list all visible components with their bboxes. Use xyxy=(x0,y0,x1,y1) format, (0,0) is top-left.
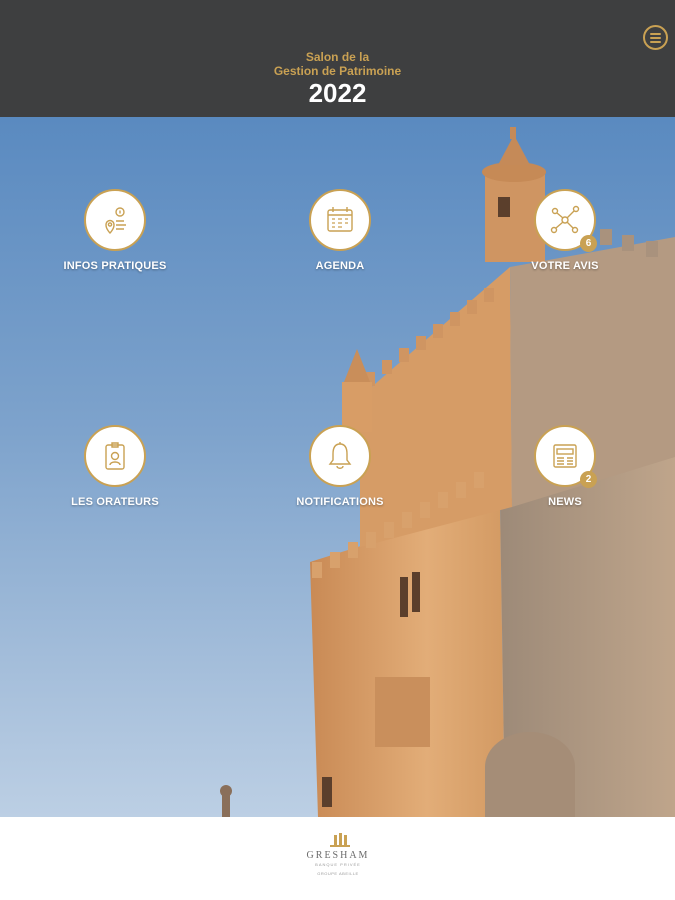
app-header: Salon de la Gestion de Patrimoine 2022 xyxy=(0,0,675,117)
tile-label: VOTRE AVIS xyxy=(531,260,599,272)
hero-background: INFOS PRATIQUES AGENDA 6 VOTRE AVIS LES … xyxy=(0,117,675,817)
calendar-icon xyxy=(309,189,371,251)
logo-group: GROUPE ABEILLE xyxy=(317,871,358,876)
title-year: 2022 xyxy=(308,78,367,108)
tile-label: NEWS xyxy=(548,496,582,508)
tile-label: AGENDA xyxy=(315,260,365,272)
logo-subtext: BANQUE PRIVÉE xyxy=(315,862,361,867)
title-line-2: Gestion de Patrimoine xyxy=(273,64,402,78)
tile-agenda[interactable]: AGENDA xyxy=(265,189,415,272)
hamburger-menu-icon[interactable] xyxy=(643,25,668,50)
tile-label: INFOS PRATIQUES xyxy=(63,260,167,272)
tile-label: LES ORATEURS xyxy=(71,496,159,508)
speaker-badge-icon xyxy=(84,425,146,487)
bell-icon xyxy=(309,425,371,487)
tile-infos-pratiques[interactable]: INFOS PRATIQUES xyxy=(40,189,190,272)
tile-label: NOTIFICATIONS xyxy=(296,496,384,508)
news-badge: 2 xyxy=(580,471,597,488)
tile-notifications[interactable]: NOTIFICATIONS xyxy=(265,425,415,508)
newspaper-icon: 2 xyxy=(534,425,597,488)
event-title: Salon de la Gestion de Patrimoine 2022 xyxy=(0,50,675,107)
network-share-icon: 6 xyxy=(534,189,597,252)
tile-votre-avis[interactable]: 6 VOTRE AVIS xyxy=(490,189,640,272)
logo-text: GRESHAM xyxy=(307,850,370,861)
app-footer: GRESHAM BANQUE PRIVÉE GROUPE ABEILLE xyxy=(0,817,675,900)
tile-les-orateurs[interactable]: LES ORATEURS xyxy=(40,425,190,508)
title-line-1: Salon de la xyxy=(305,50,370,64)
gresham-logo: GRESHAM BANQUE PRIVÉE GROUPE ABEILLE xyxy=(307,833,370,876)
votre-avis-badge: 6 xyxy=(580,235,597,252)
map-pin-info-icon xyxy=(84,189,146,251)
tile-news[interactable]: 2 NEWS xyxy=(490,425,640,508)
